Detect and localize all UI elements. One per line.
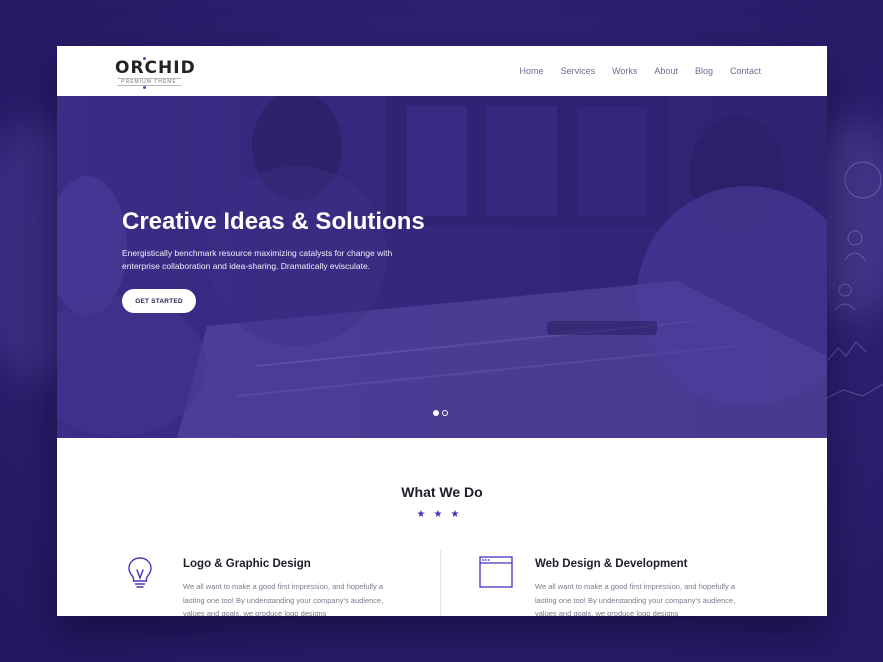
whiteboard-sketch-icon <box>823 161 883 401</box>
main-navigation: Home Services Works About Blog Contact <box>520 46 761 96</box>
nav-blog-link[interactable]: Blog <box>695 66 713 76</box>
site-logo[interactable]: ORCHID PREMIUM THEME <box>115 58 196 90</box>
nav-about-link[interactable]: About <box>654 66 678 76</box>
nav-contact-link[interactable]: Contact <box>730 66 761 76</box>
what-we-do-section: What We Do ★★★ Logo & Graphic Design We … <box>57 438 827 616</box>
slider-dot-1[interactable] <box>433 410 439 416</box>
nav-home-link[interactable]: Home <box>520 66 544 76</box>
logo-ornament-icon <box>143 86 146 89</box>
section-title: What We Do <box>401 484 483 500</box>
get-started-button[interactable]: GET STARTED <box>122 289 196 313</box>
slider-dot-2[interactable] <box>442 410 448 416</box>
nav-works-link[interactable]: Works <box>612 66 637 76</box>
service-title: Logo & Graphic Design <box>183 558 311 570</box>
service-title: Web Design & Development <box>535 558 688 570</box>
logo-wordmark: ORCHID <box>115 58 196 78</box>
logo-ornament-icon <box>143 57 146 60</box>
site-header: ORCHID PREMIUM THEME Home Services Works… <box>57 46 827 96</box>
hero-slider: Creative Ideas & Solutions Energisticall… <box>57 96 827 438</box>
logo-tagline: PREMIUM THEME <box>117 78 181 86</box>
hero-title: Creative Ideas & Solutions <box>122 208 425 235</box>
hero-subtitle: Energistically benchmark resource maximi… <box>122 248 393 271</box>
star-divider-icon: ★★★ <box>416 509 468 520</box>
lightbulb-icon <box>128 557 152 588</box>
column-divider <box>440 550 441 616</box>
slider-pagination <box>433 410 448 416</box>
browser-window-icon <box>479 556 513 588</box>
service-description: We all want to make a good first impress… <box>183 582 384 616</box>
service-description: We all want to make a good first impress… <box>535 582 736 616</box>
browser-page-mockup: ORCHID PREMIUM THEME Home Services Works… <box>57 46 827 616</box>
nav-services-link[interactable]: Services <box>561 66 596 76</box>
